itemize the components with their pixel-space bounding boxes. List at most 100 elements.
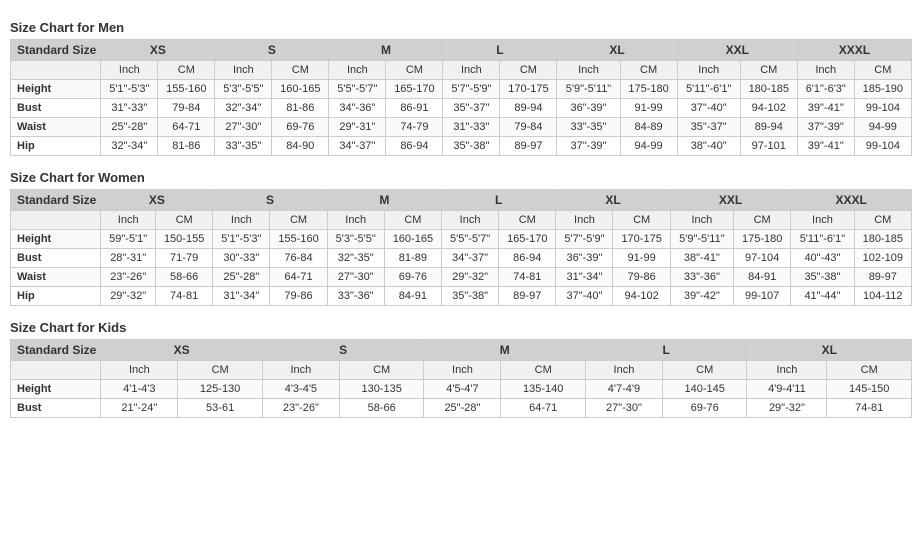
women-xl-cm: CM [613, 211, 670, 230]
cell-value: 86-94 [499, 249, 556, 268]
cell-value: 41"-44" [791, 287, 854, 306]
men-title: Size Chart for Men [10, 20, 912, 35]
table-row: Bust28"-31"71-7930"-33"76-8432"-35"81-89… [11, 249, 912, 268]
cell-value: 38"-40" [677, 137, 740, 156]
cell-value: 89-97 [499, 287, 556, 306]
men-xxl-inch: Inch [677, 61, 740, 80]
cell-value: 130-135 [339, 380, 424, 399]
men-xl-inch: Inch [557, 61, 620, 80]
cell-value: 185-190 [854, 80, 911, 99]
men-std-size-header: Standard Size [11, 40, 101, 61]
cell-value: 155-160 [270, 230, 327, 249]
table-row: Height59"-5'1"150-1555'1"-5'3"155-1605'3… [11, 230, 912, 249]
cell-value: 69-76 [662, 399, 747, 418]
women-xxl-inch: Inch [670, 211, 733, 230]
women-xxxl-header: XXXL [791, 190, 912, 211]
men-tbody: Height5'1"-5'3"155-1605'3"-5'5"160-1655'… [11, 80, 912, 156]
women-std-size-header: Standard Size [11, 190, 101, 211]
cell-value: 33"-36" [327, 287, 384, 306]
cell-value: 150-155 [155, 230, 212, 249]
table-row: Waist25"-28"64-7127"-30"69-7629"-31"74-7… [11, 118, 912, 137]
cell-value: 33"-35" [215, 137, 272, 156]
kids-m-inch: Inch [424, 361, 501, 380]
men-xs-cm: CM [158, 61, 215, 80]
cell-value: 175-180 [620, 80, 677, 99]
cell-value: 5'5"-5'7" [442, 230, 499, 249]
kids-s-cm: CM [339, 361, 424, 380]
men-m-header: M [329, 40, 443, 61]
cell-value: 102-109 [854, 249, 911, 268]
men-xxxl-inch: Inch [797, 61, 854, 80]
women-xs-header: XS [101, 190, 213, 211]
cell-value: 23"-26" [101, 268, 156, 287]
cell-value: 74-81 [155, 287, 212, 306]
cell-value: 5'9"-5'11" [670, 230, 733, 249]
cell-value: 35"-37" [677, 118, 740, 137]
cell-value: 30"-33" [213, 249, 270, 268]
cell-value: 5'3"-5'5" [215, 80, 272, 99]
kids-s-inch: Inch [262, 361, 339, 380]
cell-value: 79-86 [613, 268, 670, 287]
cell-value: 38"-41" [670, 249, 733, 268]
cell-value: 64-71 [158, 118, 215, 137]
cell-value: 27"-30" [327, 268, 384, 287]
cell-value: 69-76 [272, 118, 329, 137]
cell-value: 5'7"-5'9" [443, 80, 500, 99]
women-xs-cm: CM [155, 211, 212, 230]
cell-value: 175-180 [734, 230, 791, 249]
kids-m-header: M [424, 340, 586, 361]
cell-value: 84-90 [272, 137, 329, 156]
men-section: Size Chart for Men Standard Size XS S M … [10, 20, 912, 156]
cell-value: 34"-37" [329, 137, 386, 156]
cell-value: 4'1-4'3 [101, 380, 178, 399]
kids-empty-subheader [11, 361, 101, 380]
cell-value: 81-86 [158, 137, 215, 156]
cell-value: 4'5-4'7 [424, 380, 501, 399]
cell-value: 89-97 [854, 268, 911, 287]
cell-value: 37"-39" [557, 137, 620, 156]
cell-value: 97-101 [740, 137, 797, 156]
cell-value: 170-175 [613, 230, 670, 249]
cell-value: 71-79 [155, 249, 212, 268]
table-row: Hip29"-32"74-8131"-34"79-8633"-36"84-913… [11, 287, 912, 306]
cell-value: 58-66 [339, 399, 424, 418]
row-label: Height [11, 230, 101, 249]
men-s-inch: Inch [215, 61, 272, 80]
women-s-header: S [213, 190, 327, 211]
table-row: Bust21"-24"53-6123"-26"58-6625"-28"64-71… [11, 399, 912, 418]
cell-value: 5'1"-5'3" [213, 230, 270, 249]
cell-value: 34"-37" [442, 249, 499, 268]
cell-value: 4'9-4'11 [747, 380, 827, 399]
cell-value: 86-94 [386, 137, 443, 156]
cell-value: 86-91 [386, 99, 443, 118]
men-xl-cm: CM [620, 61, 677, 80]
cell-value: 6'1"-6'3" [797, 80, 854, 99]
women-s-cm: CM [270, 211, 327, 230]
cell-value: 40"-43" [791, 249, 854, 268]
cell-value: 53-61 [178, 399, 263, 418]
women-xxxl-inch: Inch [791, 211, 854, 230]
men-l-cm: CM [500, 61, 557, 80]
row-label: Waist [11, 118, 101, 137]
cell-value: 21"-24" [101, 399, 178, 418]
table-row: Height5'1"-5'3"155-1605'3"-5'5"160-1655'… [11, 80, 912, 99]
women-xxl-header: XXL [670, 190, 791, 211]
cell-value: 33"-35" [557, 118, 620, 137]
women-subheader-row: Inch CM Inch CM Inch CM Inch CM Inch CM … [11, 211, 912, 230]
row-label: Waist [11, 268, 101, 287]
cell-value: 81-86 [272, 99, 329, 118]
cell-value: 35"-38" [443, 137, 500, 156]
kids-xs-inch: Inch [101, 361, 178, 380]
women-table: Standard Size XS S M L XL XXL XXXL Inch … [10, 189, 912, 306]
cell-value: 99-104 [854, 137, 911, 156]
kids-m-cm: CM [501, 361, 586, 380]
men-l-header: L [443, 40, 557, 61]
kids-xl-header: XL [747, 340, 912, 361]
row-label: Hip [11, 287, 101, 306]
row-label: Hip [11, 137, 101, 156]
cell-value: 31"-33" [101, 99, 158, 118]
cell-value: 64-71 [501, 399, 586, 418]
cell-value: 76-84 [270, 249, 327, 268]
cell-value: 29"-32" [101, 287, 156, 306]
cell-value: 99-107 [734, 287, 791, 306]
